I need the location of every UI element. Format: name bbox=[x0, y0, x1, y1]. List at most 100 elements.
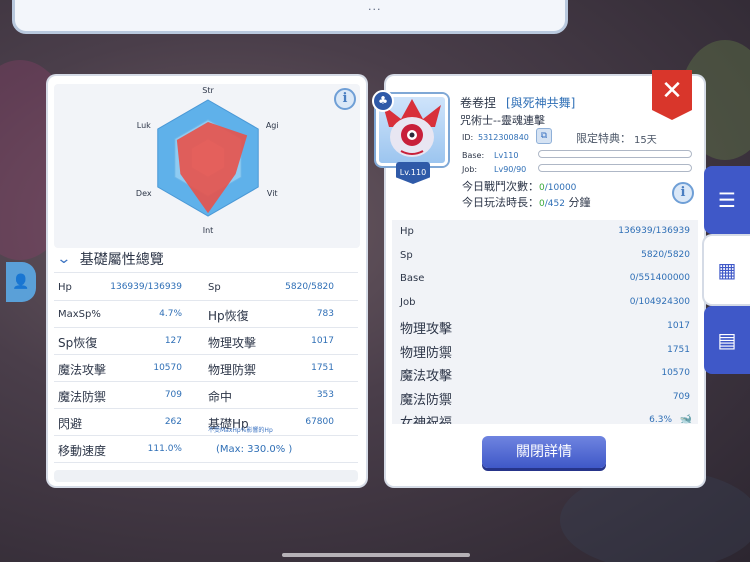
stat-label: 閃避 bbox=[58, 417, 83, 431]
radar-axis-label: Vit bbox=[267, 189, 278, 198]
radar-axis-label: Str bbox=[202, 86, 214, 95]
stat-value: 127 bbox=[164, 336, 182, 346]
detail-stat-row: 魔法攻擊 10570 bbox=[392, 361, 698, 385]
detail-stat-row: Hp 136939/136939 bbox=[392, 220, 698, 244]
character-detail-panel: ♣ Lv.110 ✕ 卷卷捏 [與死神共舞] 咒術士--靈魂連擊 ID: 531… bbox=[372, 70, 704, 486]
detail-stat-value: 1017 bbox=[667, 321, 690, 331]
avatar-level-badge: Lv.110 bbox=[396, 162, 430, 184]
base-exp-bar bbox=[538, 150, 692, 158]
stat-value: 353 bbox=[316, 390, 334, 400]
stat-value: 4.7% bbox=[159, 309, 182, 319]
job-exp-bar bbox=[538, 164, 692, 172]
home-indicator bbox=[282, 553, 470, 557]
stat-value: 136939/136939 bbox=[110, 282, 182, 292]
detail-stat-label: Sp bbox=[400, 249, 413, 261]
stat-label: 命中 bbox=[208, 390, 233, 404]
blessing-icon: 🐋 bbox=[679, 414, 692, 424]
chevron-down-icon: ⌄ bbox=[56, 251, 72, 267]
stats-table: Hp 136939/136939 Sp 5820/5820 MaxSp% 4.7% Hp恢復… bbox=[54, 274, 358, 463]
side-avatar-button[interactable]: 👤 bbox=[6, 262, 36, 302]
stat-label: MaxSp% bbox=[58, 309, 101, 320]
time-max: /452 bbox=[544, 199, 565, 209]
privilege-label: 限定特典： bbox=[576, 132, 631, 145]
radar-axis-label: Agi bbox=[266, 121, 279, 130]
stat-value: 67800 bbox=[305, 417, 334, 427]
detail-stats-list[interactable]: Hp 136939/136939 Sp 5820/5820 Base 0/55140000… bbox=[392, 220, 698, 424]
job-label: Job: bbox=[462, 165, 478, 174]
close-details-button[interactable]: 關閉詳情 bbox=[482, 436, 606, 468]
radar-svg: Str Agi Vit Int Dex Luk bbox=[136, 86, 279, 235]
stat-label: Hp bbox=[58, 282, 72, 293]
panel-footer bbox=[54, 470, 358, 482]
detail-stat-label: Hp bbox=[400, 226, 414, 237]
detail-stat-row: 🐋 女神祝福 6.3% bbox=[392, 408, 698, 424]
detail-stat-value: 709 bbox=[672, 391, 690, 402]
stat-label: 移動速度 bbox=[58, 444, 107, 458]
stat-row: Hp 136939/136939 Sp 5820/5820 bbox=[54, 274, 358, 301]
stat-label: 物理攻擊 bbox=[208, 336, 257, 350]
stat-value: 111.0% bbox=[147, 444, 182, 454]
stat-label: 魔法攻擊 bbox=[58, 363, 107, 377]
detail-stat-value: 1751 bbox=[667, 344, 690, 355]
stat-row: Sp恢復 127 物理攻擊 1017 bbox=[54, 328, 358, 355]
stat-value: 5820/5820 bbox=[285, 282, 334, 292]
stat-note: (Max: 330.0% ) bbox=[216, 444, 293, 455]
copy-icon[interactable]: ⧉ bbox=[536, 128, 552, 144]
detail-stat-row: 物理防禦 1751 bbox=[392, 338, 698, 362]
job-level: Lv90/90 bbox=[494, 165, 527, 174]
tab-id-card[interactable]: ▤ bbox=[704, 306, 750, 374]
detail-stat-value: 6.3% bbox=[649, 415, 672, 424]
id-card-icon: ▤ bbox=[717, 328, 737, 352]
detail-stat-row: 物理攻擊 1017 bbox=[392, 314, 698, 338]
detail-stat-value: 5820/5820 bbox=[641, 249, 690, 260]
stat-row: 閃避 262 基礎Hp 不受MaxHp%影響的Hp 67800 bbox=[54, 409, 358, 436]
info-button[interactable]: i bbox=[672, 182, 694, 204]
play-time: 今日玩法時長：0/452 分鐘 bbox=[462, 194, 590, 210]
stat-label: 魔法防禦 bbox=[58, 390, 107, 404]
detail-stat-row: Job 0/104924300 bbox=[392, 291, 698, 315]
stat-row: 魔法防禦 709 命中 353 bbox=[54, 382, 358, 409]
stat-value: 1751 bbox=[311, 363, 334, 373]
stat-row: 魔法攻擊 10570 物理防禦 1751 bbox=[54, 355, 358, 382]
settings-sliders-icon: ☰ bbox=[718, 188, 736, 212]
detail-stat-row: Sp 5820/5820 bbox=[392, 244, 698, 268]
detail-stat-label: 魔法防禦 bbox=[400, 392, 453, 408]
battle-label: 今日戰鬥次數： bbox=[462, 180, 539, 193]
stat-row: MaxSp% 4.7% Hp恢復 783 bbox=[54, 301, 358, 328]
detail-stat-label: 女神祝福 bbox=[400, 416, 453, 424]
time-unit: 分鐘 bbox=[568, 196, 591, 209]
attribute-radar-chart: Str Agi Vit Int Dex Luk bbox=[54, 84, 360, 248]
job-title: 咒術士--靈魂連擊 bbox=[460, 114, 545, 127]
detail-stat-label: Job bbox=[400, 296, 416, 308]
top-banner bbox=[12, 0, 568, 34]
detail-stat-label: 魔法攻擊 bbox=[400, 369, 453, 384]
detail-stat-row: Base 0/551400000 bbox=[392, 267, 698, 291]
radar-axis-label: Int bbox=[203, 226, 214, 235]
radar-axis-label: Dex bbox=[136, 189, 152, 198]
radar-axis-label: Luk bbox=[137, 121, 151, 130]
stat-value: 10570 bbox=[153, 363, 182, 373]
base-label: Base: bbox=[462, 151, 485, 160]
tab-settings[interactable]: ☰ bbox=[704, 166, 750, 234]
detail-stat-value: 0/104924300 bbox=[629, 296, 690, 307]
guild-name: [與死神共舞] bbox=[506, 96, 576, 110]
detail-stat-row: 魔法防禦 709 bbox=[392, 385, 698, 409]
close-icon[interactable]: ✕ bbox=[652, 70, 692, 120]
detail-stat-value: 136939/136939 bbox=[618, 226, 690, 236]
tab-calendar[interactable]: ▦ bbox=[704, 236, 750, 304]
battle-max: /10000 bbox=[544, 183, 577, 193]
stat-row: 移動速度 111.0% (Max: 330.0% ) bbox=[54, 436, 358, 463]
info-button[interactable]: i bbox=[334, 88, 356, 110]
detail-stat-value: 0/551400000 bbox=[629, 273, 690, 283]
divider bbox=[54, 272, 358, 273]
detail-stat-label: 物理攻擊 bbox=[400, 322, 453, 337]
detail-stat-value: 10570 bbox=[661, 368, 690, 378]
stat-label: Hp恢復 bbox=[208, 309, 249, 323]
id-label: ID: bbox=[462, 133, 474, 142]
guild-emblem-icon: ♣ bbox=[372, 90, 394, 112]
privilege-value: 15天 bbox=[634, 135, 657, 146]
stat-value: 262 bbox=[164, 417, 182, 427]
stat-value: 709 bbox=[164, 390, 182, 400]
id-value: 5312300840 bbox=[478, 133, 529, 142]
section-header[interactable]: ⌄ 基礎屬性總覽 bbox=[56, 249, 163, 269]
